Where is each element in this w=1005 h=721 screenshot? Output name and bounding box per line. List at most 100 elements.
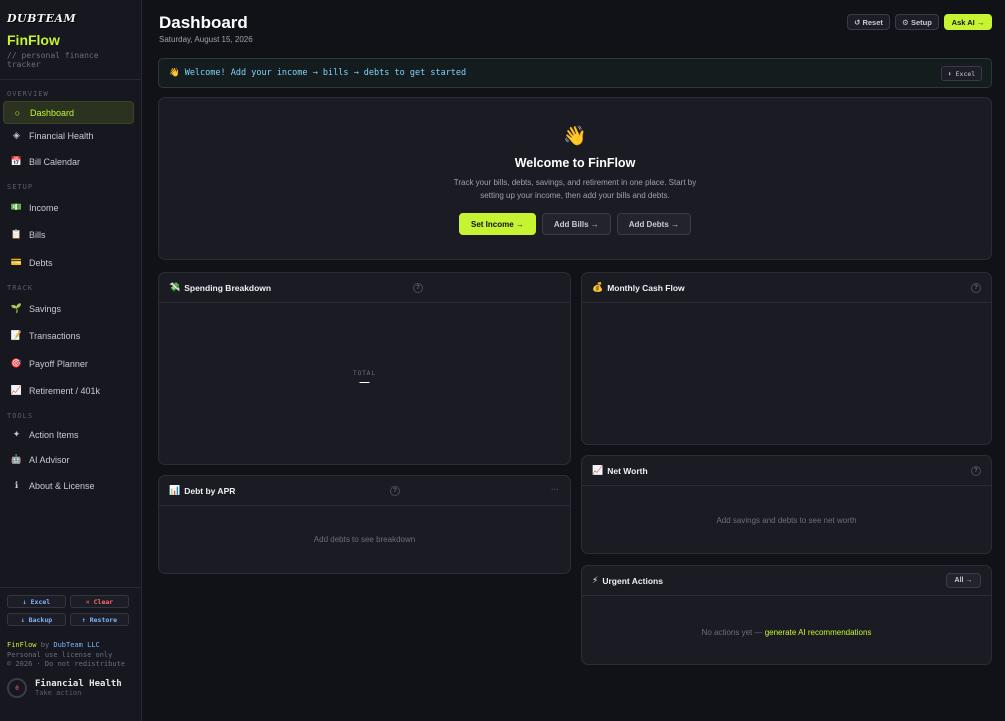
license-copyright: © 2026 · Do not redistribute [7, 660, 126, 668]
sidebar-item-ai-advisor[interactable]: 🤖 AI Advisor [3, 448, 134, 471]
urgent-actions-card: ⚡ Urgent Actions All → No actions yet — … [581, 565, 992, 665]
tagline-line-2: tracker [7, 60, 41, 69]
sidebar-item-savings[interactable]: 🌱 Savings [3, 297, 134, 320]
lightning-icon: ⚡ [592, 575, 599, 585]
spending-breakdown-card: 💸 Spending Breakdown ? TOTAL — [158, 272, 571, 465]
help-icon[interactable]: ? [413, 283, 423, 293]
clear-data-button[interactable]: ✕ Clear [70, 595, 129, 608]
sidebar-item-label: Financial Health [29, 130, 94, 141]
sidebar-item-label: Bills [29, 229, 46, 240]
bar-chart-icon: 📊 [169, 485, 181, 495]
welcome-title: Welcome to FinFlow [514, 156, 636, 170]
tagline-line-1: // personal finance [7, 51, 99, 60]
welcome-banner: 👋 Welcome! Add your income → bills → deb… [158, 58, 992, 88]
sidebar-item-label: Debts [29, 257, 53, 268]
calendar-icon: 📅 [10, 156, 23, 166]
sidebar-item-payoff-planner[interactable]: 🎯 Payoff Planner [3, 352, 134, 375]
license-company: DubTeam LLC [53, 641, 100, 649]
sidebar-item-bills[interactable]: 📋 Bills [3, 223, 134, 246]
help-icon[interactable]: ? [971, 283, 981, 293]
diamond-icon: ◈ [13, 130, 20, 140]
banner-excel-button[interactable]: ⬇ Excel [941, 66, 982, 81]
sidebar-item-label: Retirement / 401k [29, 385, 101, 396]
sidebar: DUBTEAM FinFlow // personal finance trac… [0, 0, 142, 721]
banner-text: 👋 Welcome! Add your income → bills → deb… [169, 68, 467, 78]
help-icon[interactable]: ? [390, 486, 400, 496]
help-icon[interactable]: ? [971, 466, 981, 476]
clipboard-icon: 📋 [10, 229, 23, 239]
robot-icon: 🤖 [10, 454, 23, 464]
spending-total: TOTAL — [159, 370, 570, 388]
money-bag-icon: 💰 [592, 282, 604, 292]
app-name: FinFlow [7, 32, 60, 48]
money-wings-icon: 💸 [169, 282, 181, 292]
wave-icon: 👋 [563, 126, 587, 147]
add-debts-button[interactable]: Add Debts → [616, 213, 692, 235]
set-income-button[interactable]: Set Income → [458, 213, 536, 235]
sidebar-item-about-license[interactable]: ℹ About & License [3, 474, 134, 497]
more-icon[interactable]: ··· [551, 485, 559, 494]
sidebar-item-income[interactable]: 💵 Income [3, 196, 134, 219]
net-worth-card: 📈 Net Worth ? Add savings and debts to s… [581, 455, 992, 554]
sidebar-item-label: AI Advisor [29, 454, 70, 465]
sidebar-item-label: Income [29, 202, 59, 213]
ask-ai-button[interactable]: Ask AI → [944, 14, 992, 30]
sidebar-item-dashboard[interactable]: ○ Dashboard [3, 101, 134, 124]
circle-icon: ○ [14, 107, 21, 118]
sidebar-item-financial-health[interactable]: ◈ Financial Health [3, 124, 134, 147]
brand: DUBTEAM FinFlow // personal finance trac… [0, 0, 141, 80]
total-label: TOTAL [352, 370, 377, 377]
sidebar-item-label: Action Items [29, 429, 79, 440]
card-title: Debt by APR [184, 485, 236, 496]
page-date: Saturday, August 15, 2026 [159, 35, 253, 44]
health-score-ring: 0 [7, 678, 27, 698]
welcome-card: 👋 Welcome to FinFlow Track your bills, d… [158, 97, 992, 260]
chart-up-icon: 📈 [10, 385, 23, 395]
generate-recommendations-link[interactable]: generate AI recommendations [765, 628, 872, 637]
setup-button[interactable]: ⚙ Setup [895, 14, 939, 30]
add-bills-button[interactable]: Add Bills → [541, 213, 611, 235]
card-title: Urgent Actions [602, 575, 663, 586]
restore-button[interactable]: ↑ Restore [70, 613, 129, 626]
page-title: Dashboard [159, 13, 248, 32]
sidebar-item-action-items[interactable]: ✦ Action Items [3, 423, 134, 446]
chart-up-icon: 📈 [592, 465, 604, 475]
sidebar-item-label: Dashboard [30, 107, 75, 118]
sidebar-item-label: Bill Calendar [29, 156, 81, 167]
health-title: Financial Health [35, 679, 122, 689]
sidebar-item-label: Transactions [29, 330, 81, 341]
reset-button[interactable]: ↺ Reset [847, 14, 890, 30]
sidebar-item-retirement[interactable]: 📈 Retirement / 401k [3, 379, 134, 402]
license-product: FinFlow [7, 641, 37, 649]
monthly-cash-flow-card: 💰 Monthly Cash Flow ? [581, 272, 992, 445]
debt-by-apr-card: 📊 Debt by APR ? ··· Add debts to see bre… [158, 475, 571, 574]
urgent-empty-state: No actions yet — generate AI recommendat… [582, 628, 991, 637]
license-info: FinFlow by DubTeam LLC Personal use lice… [7, 641, 125, 670]
welcome-description: Track your bills, debts, savings, and re… [453, 178, 697, 200]
financial-health-widget[interactable]: 0 Financial Health Take action [7, 678, 122, 698]
card-title: Monthly Cash Flow [607, 282, 685, 293]
sidebar-item-debts[interactable]: 💳 Debts [3, 251, 134, 274]
backup-button[interactable]: ↓ Backup [7, 613, 66, 626]
net-worth-empty-state: Add savings and debts to see net worth [716, 516, 857, 525]
app-tagline: // personal finance tracker [7, 51, 134, 69]
credit-card-icon: 💳 [10, 257, 23, 267]
nav-section-setup: SETUP [7, 183, 34, 191]
memo-icon: 📝 [10, 330, 23, 340]
health-subtitle: Take action [35, 689, 82, 697]
sidebar-item-bill-calendar[interactable]: 📅 Bill Calendar [3, 150, 134, 173]
info-icon: ℹ [14, 480, 19, 490]
sidebar-item-transactions[interactable]: 📝 Transactions [3, 324, 134, 347]
sidebar-divider [0, 587, 141, 588]
license-terms: Personal use license only [7, 650, 113, 659]
export-excel-button[interactable]: ↓ Excel [7, 595, 66, 608]
sparkle-icon: ✦ [12, 429, 21, 439]
seedling-icon: 🌱 [10, 303, 23, 313]
target-icon: 🎯 [10, 358, 23, 368]
money-icon: 💵 [10, 202, 23, 212]
nav-section-overview: OVERVIEW [7, 90, 49, 98]
empty-text: No actions yet — [701, 628, 765, 637]
total-value: — [359, 377, 370, 388]
view-all-button[interactable]: All → [946, 573, 981, 588]
card-title: Spending Breakdown [184, 282, 272, 293]
